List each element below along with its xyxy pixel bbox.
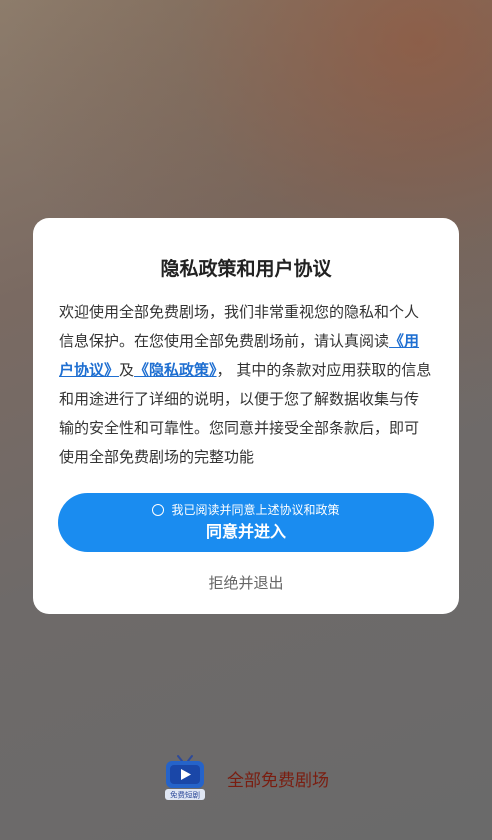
agree-button-label: 同意并进入 [205,522,286,541]
consent-checkbox-label: 我已阅读并同意上述协议和政策 [171,503,340,517]
dialog-body: 欢迎使用全部免费剧场，我们非常重视您的隐私和个人信息保护。在您使用全部免费剧场前… [59,298,433,472]
reject-and-exit-button[interactable]: 拒绝并退出 [33,572,459,593]
app-name: 全部免费剧场 [227,771,329,791]
logo-text: 免费短剧 [170,790,200,800]
consent-checkbox-row[interactable]: 我已阅读并同意上述协议和政策 [58,502,434,518]
consent-radio-icon[interactable] [152,504,165,516]
dialog-title: 隐私政策和用户协议 [160,258,332,280]
app-footer: 免费短剧 全部免费剧场 [160,752,360,802]
tv-play-icon: 免费短剧 [165,755,205,800]
body-intro: 欢迎使用全部免费剧场，我们非常重视您的隐私和个人信息保护。在您使用全部免费剧场前… [59,303,420,350]
body-conjunction: 及 [119,361,135,379]
agree-and-enter-button[interactable]: 我已阅读并同意上述协议和政策 同意并进入 [58,493,434,552]
privacy-dialog: 隐私政策和用户协议 欢迎使用全部免费剧场，我们非常重视您的隐私和个人信息保护。在… [33,218,459,614]
privacy-policy-link[interactable]: 《隐私政策》 [134,361,217,379]
